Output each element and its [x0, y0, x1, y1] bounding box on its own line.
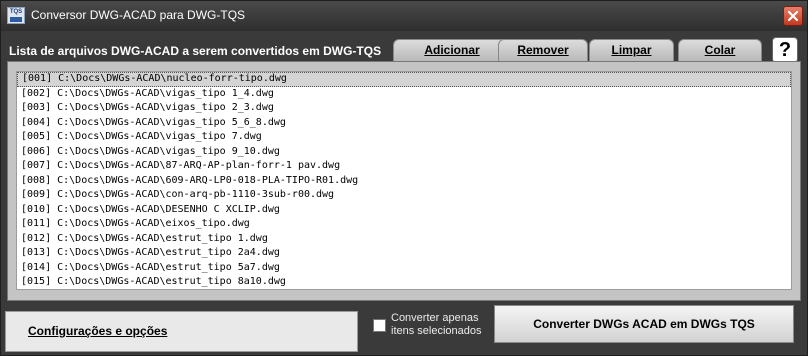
- tab-colar[interactable]: Colar: [678, 39, 762, 61]
- list-item[interactable]: [004] C:\Docs\DWGs-ACAD\vigas_tipo 5_6_8…: [17, 116, 791, 131]
- list-title: Lista de arquivos DWG-ACAD a serem conve…: [9, 44, 382, 58]
- list-item[interactable]: [011] C:\Docs\DWGs-ACAD\eixos_tipo.dwg: [17, 217, 791, 232]
- list-item[interactable]: [006] C:\Docs\DWGs-ACAD\vigas_tipo 9_10.…: [17, 145, 791, 160]
- list-item[interactable]: [007] C:\Docs\DWGs-ACAD\87-ARQ-AP-plan-f…: [17, 159, 791, 174]
- convert-selected-checkbox[interactable]: [373, 319, 386, 332]
- window-title: Conversor DWG-ACAD para DWG-TQS: [31, 8, 246, 22]
- list-item[interactable]: [015] C:\Docs\DWGs-ACAD\estrut_tipo 8a10…: [17, 275, 791, 289]
- app-logo-bar: [10, 17, 22, 22]
- config-options-link[interactable]: Configurações e opções: [28, 324, 167, 338]
- list-item[interactable]: [005] C:\Docs\DWGs-ACAD\vigas_tipo 7.dwg: [17, 130, 791, 145]
- list-item[interactable]: [008] C:\Docs\DWGs-ACAD\609-ARQ-LP0-018-…: [17, 174, 791, 189]
- list-item[interactable]: [012] C:\Docs\DWGs-ACAD\estrut_tipo 1.dw…: [17, 232, 791, 247]
- title-bar[interactable]: TQS Conversor DWG-ACAD para DWG-TQS: [1, 1, 807, 31]
- list-item[interactable]: [014] C:\Docs\DWGs-ACAD\estrut_tipo 5a7.…: [17, 261, 791, 276]
- app-logo-text: TQS: [9, 9, 23, 15]
- list-item[interactable]: [010] C:\Docs\DWGs-ACAD\DESENHO C XCLIP.…: [17, 203, 791, 218]
- list-item[interactable]: [003] C:\Docs\DWGs-ACAD\vigas_tipo 2_3.d…: [17, 101, 791, 116]
- tab-adicionar[interactable]: Adicionar: [393, 39, 511, 61]
- convert-button[interactable]: Converter DWGs ACAD em DWGs TQS: [494, 305, 794, 343]
- converter-window: TQS Conversor DWG-ACAD para DWG-TQS List…: [0, 0, 808, 356]
- close-icon: [787, 10, 799, 22]
- tab-remover[interactable]: Remover: [498, 39, 588, 61]
- file-list-panel: [001] C:\Docs\DWGs-ACAD\nucleo-forr-tipo…: [7, 61, 801, 301]
- convert-selected-label: Converter apenas itens selecionados: [391, 312, 482, 337]
- tab-limpar[interactable]: Limpar: [589, 39, 674, 61]
- list-item[interactable]: [002] C:\Docs\DWGs-ACAD\vigas_tipo 1_4.d…: [17, 87, 791, 102]
- list-item[interactable]: [009] C:\Docs\DWGs-ACAD\con-arq-pb-1110-…: [17, 188, 791, 203]
- list-item[interactable]: [013] C:\Docs\DWGs-ACAD\estrut_tipo 2a4.…: [17, 246, 791, 261]
- file-list[interactable]: [001] C:\Docs\DWGs-ACAD\nucleo-forr-tipo…: [16, 71, 792, 290]
- help-button[interactable]: ?: [772, 37, 798, 63]
- app-logo-icon: TQS: [7, 7, 25, 24]
- list-item[interactable]: [001] C:\Docs\DWGs-ACAD\nucleo-forr-tipo…: [17, 72, 791, 87]
- close-button[interactable]: [783, 6, 803, 26]
- config-panel: Configurações e opções: [5, 311, 358, 352]
